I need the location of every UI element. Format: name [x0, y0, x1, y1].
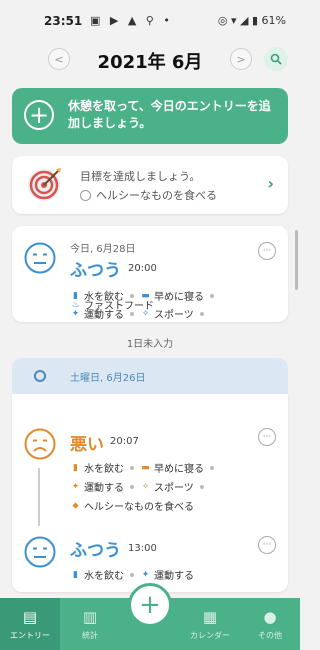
next-month-button[interactable]: > [230, 48, 252, 70]
month-title: 2021年 6月 [97, 52, 203, 73]
entry-time: 13:00 [128, 543, 157, 554]
status-bar: 23:51 ▣ ▶ ▲ ⚲ • ◎ ▾ ◢ ▮ 61% [0, 0, 300, 44]
activity-label: 運動する [84, 483, 124, 494]
activity-label: 水を飲む [84, 464, 124, 475]
nav-stats[interactable]: ▥ 統計 [60, 598, 120, 650]
scrollbar[interactable] [295, 230, 298, 290]
day-label: 土曜日, 6月26日 [70, 373, 146, 384]
separator-dot [130, 572, 134, 577]
document-icon: ▤ [22, 607, 38, 626]
radio-icon[interactable] [80, 189, 91, 201]
more-dots-icon: ● [263, 607, 277, 626]
plus-icon: + [24, 100, 54, 130]
activity-row: ⬥ ヘルシーなものを食べる [70, 498, 194, 514]
separator-dot [199, 484, 204, 489]
entry-mood[interactable]: 悪い [70, 430, 104, 455]
add-entry-fab[interactable]: + [128, 583, 172, 627]
entry-time: 20:07 [110, 436, 139, 447]
face-sad-icon [24, 428, 56, 460]
activity-label: ファストフード [84, 301, 154, 312]
more-options-button[interactable]: ··· [258, 428, 276, 446]
nav-calendar[interactable]: ▦ カレンダー [180, 598, 240, 650]
more-options-button[interactable]: ··· [258, 242, 276, 260]
plus-icon: + [139, 590, 161, 620]
activity-label: ヘルシーなものを食べる [84, 502, 194, 513]
day-circle-icon [34, 370, 46, 382]
nav-label: カレンダー [190, 630, 230, 640]
system-status-icons: ◎ ▾ ◢ ▮ 61% [217, 14, 286, 27]
status-time: 23:51 [44, 14, 83, 28]
month-header: < 2021年 6月 > [0, 44, 300, 78]
bed-icon: ▬ [141, 462, 150, 473]
add-entry-banner[interactable]: + 休憩を取って、今日のエントリーを追加しましょう。 [12, 88, 288, 144]
nav-label: 統計 [82, 630, 98, 640]
activity-label: スポーツ [154, 310, 194, 321]
entry-time: 20:00 [128, 263, 157, 274]
nav-more[interactable]: ● その他 [240, 598, 300, 650]
chevron-right-icon: > [236, 52, 246, 66]
chart-icon: ▥ [82, 607, 98, 626]
nav-label: エントリー [10, 630, 50, 640]
separator-dot [199, 311, 204, 316]
calendar-icon: ▦ [202, 607, 218, 626]
carrot-icon: ⬥ [72, 500, 79, 511]
water-icon: ▮ [73, 462, 78, 473]
day-header: 土曜日, 6月26日 [12, 358, 288, 394]
activity-row: ✦ 運動する ✧ スポーツ [70, 479, 210, 494]
fastfood-icon: ♨ [71, 299, 80, 310]
nav-entries[interactable]: ▤ エントリー [0, 598, 60, 650]
activity-label: 早めに寝る [154, 292, 204, 303]
separator-dot [210, 465, 214, 470]
activity-label: 運動する [154, 571, 194, 582]
chevron-right-icon: › [267, 174, 274, 193]
water-icon: ▮ [73, 569, 78, 580]
goal-item-label: ヘルシーなものを食べる [96, 189, 217, 202]
sport-icon: ✧ [141, 481, 150, 492]
banner-text: 休憩を取って、今日のエントリーを追加しましょう。 [68, 99, 271, 130]
search-icon [270, 53, 282, 65]
notification-icons: ▣ ▶ ▲ ⚲ • [90, 14, 173, 27]
target-icon [28, 168, 61, 201]
separator-dot [210, 293, 214, 298]
activity-row: ▮ 水を飲む ▬ 早めに寝る [70, 460, 220, 475]
goal-item[interactable]: ヘルシーなものを食べる [80, 187, 217, 203]
goal-card[interactable]: 目標を達成しましょう。 ヘルシーなものを食べる › [12, 156, 288, 214]
activity-label: 水を飲む [84, 571, 124, 582]
goal-title: 目標を達成しましょう。 [80, 170, 201, 183]
search-button[interactable] [264, 47, 288, 71]
activity-label: スポーツ [154, 483, 194, 494]
missing-days-label[interactable]: 1日未入力 [0, 335, 300, 350]
activity-label: 早めに寝る [154, 464, 204, 475]
face-neutral-icon [24, 242, 56, 274]
face-neutral-icon [24, 536, 56, 568]
activity-row: ♨ ファストフード [70, 297, 154, 313]
running-icon: ✦ [71, 481, 80, 492]
entry-mood[interactable]: ふつう [70, 536, 121, 561]
activity-row: ▮ 水を飲む ✦ 運動する [70, 567, 194, 583]
nav-label: その他 [258, 630, 282, 640]
entry-mood: ふつう [70, 261, 121, 281]
running-icon: ✦ [141, 569, 150, 580]
day-entries-card: 悪い 20:07 ··· ▮ 水を飲む ▬ 早めに寝る ✦ 運動する ✧ スポー… [12, 394, 288, 592]
more-options-button[interactable]: ··· [258, 536, 276, 554]
separator-dot [130, 484, 134, 489]
separator-dot [130, 465, 134, 470]
timeline-line [38, 468, 40, 526]
entry-date: 今日, 6月28日 [70, 244, 136, 255]
separator-dot [130, 311, 134, 316]
